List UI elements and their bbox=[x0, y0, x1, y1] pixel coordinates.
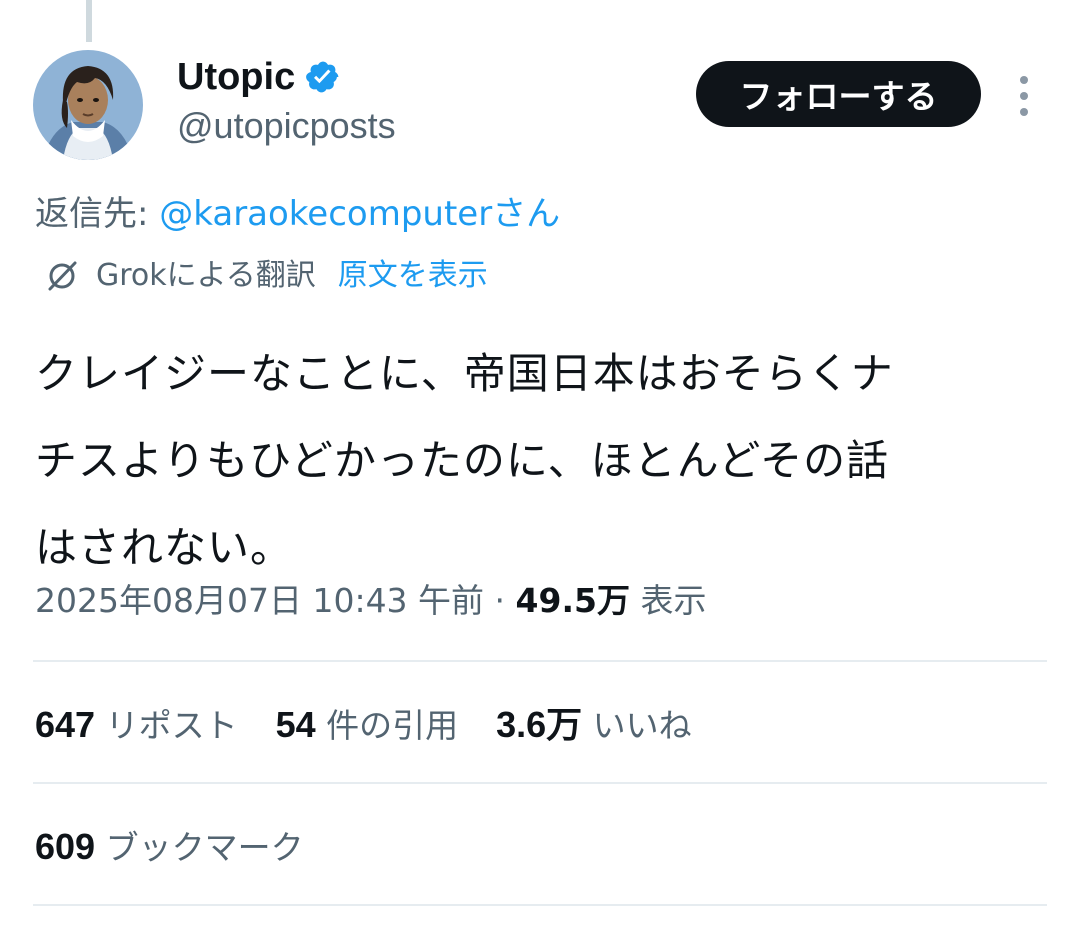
author-display-name[interactable]: Utopic bbox=[177, 54, 295, 100]
quotes-label: 件の引用 bbox=[326, 706, 459, 745]
follow-button[interactable]: フォローする bbox=[696, 61, 981, 127]
reposts-stat[interactable]: 647 リポスト bbox=[35, 698, 238, 753]
reposts-count: 647 bbox=[35, 704, 96, 745]
show-original-link[interactable]: 原文を表示 bbox=[338, 254, 488, 298]
views-count: 49.5万 bbox=[515, 581, 630, 620]
more-options-icon[interactable] bbox=[1012, 76, 1036, 116]
likes-label: いいね bbox=[592, 706, 692, 745]
reply-to-suffix[interactable]: さん bbox=[492, 194, 560, 234]
bookmarks-stat[interactable]: 609 ブックマーク bbox=[35, 820, 304, 875]
engagement-stats: 647 リポスト 54 件の引用 3.6万 いいね bbox=[35, 698, 730, 753]
more-dot bbox=[1020, 76, 1028, 84]
likes-stat[interactable]: 3.6万 いいね bbox=[496, 698, 692, 753]
verified-badge-icon[interactable] bbox=[305, 59, 341, 95]
more-dot bbox=[1020, 108, 1028, 116]
divider bbox=[33, 660, 1047, 662]
reply-to-line: 返信先: @karaokecomputerさん bbox=[35, 190, 560, 238]
author-handle[interactable]: @utopicposts bbox=[177, 104, 396, 148]
avatar-image bbox=[33, 50, 143, 160]
tweet-text: クレイジーなことに、帝国日本はおそらくナ チスよりもひどかったのに、ほとんどその… bbox=[35, 330, 1045, 591]
reply-to-prefix: 返信先: bbox=[35, 194, 160, 234]
quotes-stat[interactable]: 54 件の引用 bbox=[276, 698, 459, 753]
avatar[interactable] bbox=[33, 50, 143, 160]
bookmarks-count: 609 bbox=[35, 826, 96, 867]
translation-label: Grokによる翻訳 bbox=[96, 258, 316, 293]
divider bbox=[33, 904, 1047, 906]
likes-count: 3.6万 bbox=[496, 704, 583, 745]
tweet-meta: 2025年08月07日 10:43 午前 · 49.5万 表示 bbox=[35, 576, 706, 626]
grok-icon bbox=[44, 258, 80, 294]
divider bbox=[33, 782, 1047, 784]
meta-separator: · bbox=[484, 581, 516, 620]
author-name-row[interactable]: Utopic bbox=[177, 54, 341, 100]
reposts-label: リポスト bbox=[105, 706, 238, 745]
tweet-text-line: チスよりもひどかったのに、ほとんどその話 bbox=[35, 436, 890, 485]
translation-row: Grokによる翻訳 原文を表示 bbox=[44, 254, 488, 298]
tweet-timestamp[interactable]: 2025年08月07日 10:43 午前 bbox=[35, 581, 484, 620]
views-label: 表示 bbox=[629, 581, 707, 620]
bookmarks-label: ブックマーク bbox=[105, 828, 304, 867]
thread-connector-line bbox=[86, 0, 92, 42]
more-dot bbox=[1020, 92, 1028, 100]
quotes-count: 54 bbox=[275, 704, 316, 745]
reply-to-mention[interactable]: @karaokecomputer bbox=[159, 194, 492, 234]
tweet-text-line: クレイジーなことに、帝国日本はおそらくナ bbox=[35, 349, 894, 398]
